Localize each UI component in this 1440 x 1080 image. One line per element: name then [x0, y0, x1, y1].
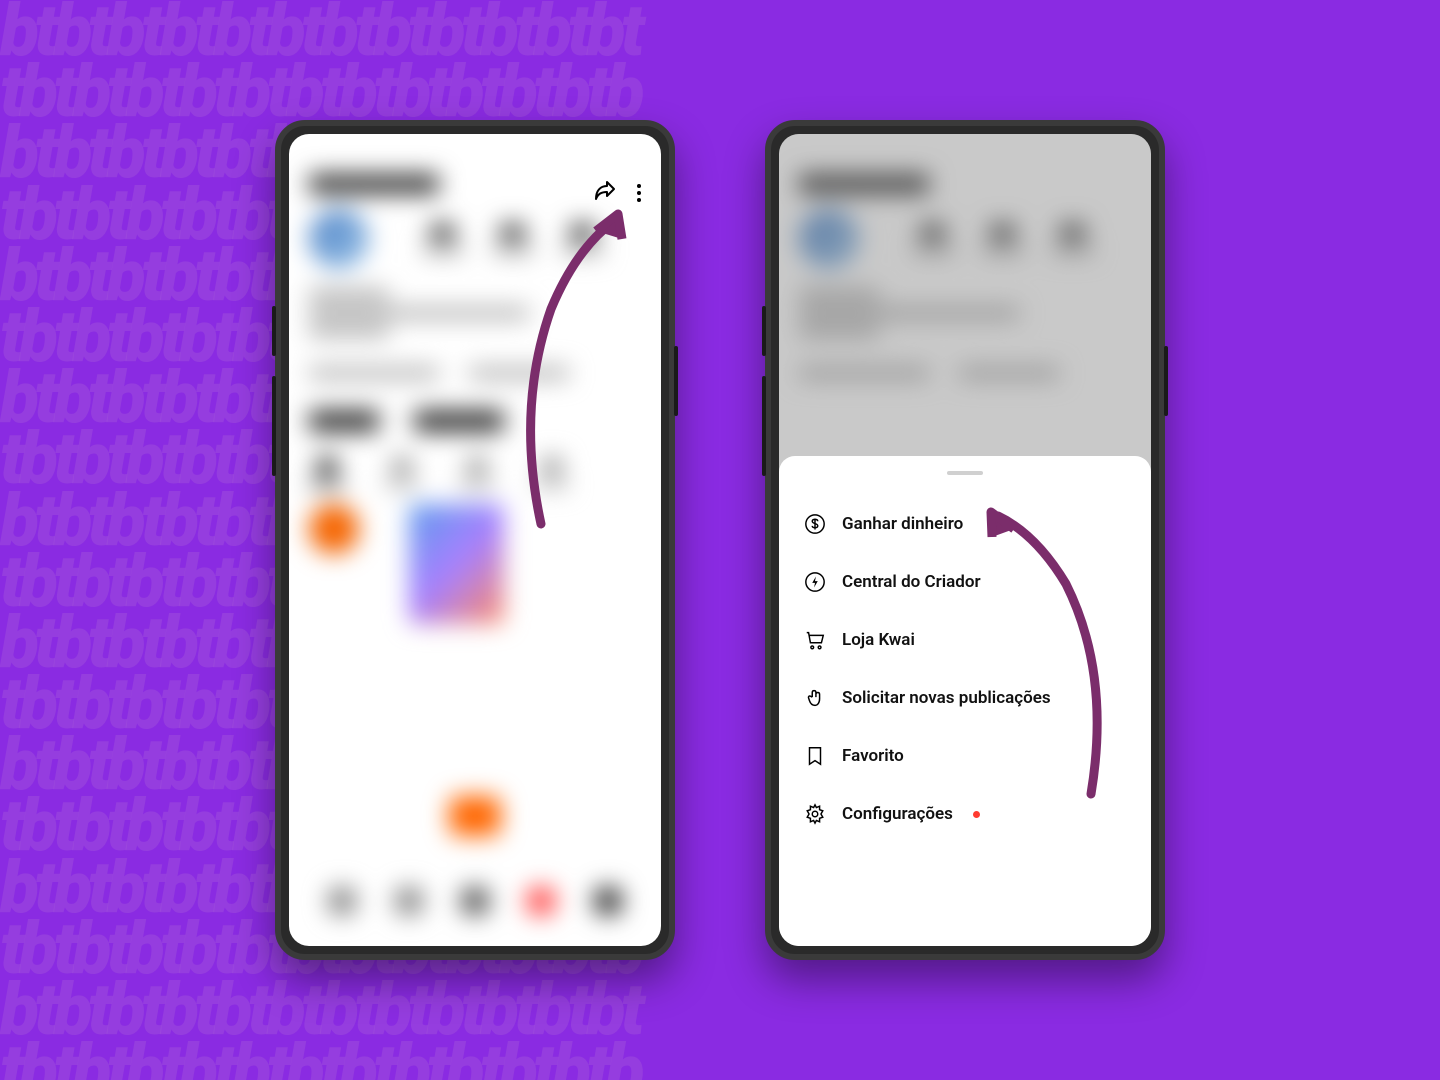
menu-item-earn-money[interactable]: Ganhar dinheiro: [804, 495, 1126, 553]
menu-item-kwai-store[interactable]: Loja Kwai: [804, 611, 1126, 669]
menu-label: Central do Criador: [842, 572, 981, 592]
menu-label: Ganhar dinheiro: [842, 514, 963, 534]
phone-screen-1: [289, 134, 661, 946]
menu-label: Configurações: [842, 804, 953, 824]
menu-label: Solicitar novas publicações: [842, 688, 1051, 708]
hand-icon: [804, 687, 826, 709]
bookmark-icon: [804, 745, 826, 767]
phone-screen-2: Ganhar dinheiro Central do Criador: [779, 134, 1151, 946]
menu-item-favorite[interactable]: Favorito: [804, 727, 1126, 785]
menu-label: Favorito: [842, 746, 904, 766]
gear-icon: [804, 803, 826, 825]
phone-mockup-2: Ganhar dinheiro Central do Criador: [765, 120, 1165, 960]
more-options-icon[interactable]: [637, 184, 641, 202]
dollar-icon: [804, 513, 826, 535]
blurred-profile-content: [289, 134, 661, 946]
bottom-sheet: Ganhar dinheiro Central do Criador: [779, 456, 1151, 946]
menu-label: Loja Kwai: [842, 630, 915, 650]
notification-dot: [973, 811, 980, 818]
dim-overlay[interactable]: [779, 134, 1151, 474]
menu-item-creator-center[interactable]: Central do Criador: [804, 553, 1126, 611]
phone-mockup-1: [275, 120, 675, 960]
share-icon[interactable]: [593, 179, 617, 207]
drag-handle[interactable]: [947, 471, 983, 475]
menu-item-settings[interactable]: Configurações: [804, 785, 1126, 843]
cart-icon: [804, 629, 826, 651]
menu-item-request-posts[interactable]: Solicitar novas publicações: [804, 669, 1126, 727]
bolt-icon: [804, 571, 826, 593]
